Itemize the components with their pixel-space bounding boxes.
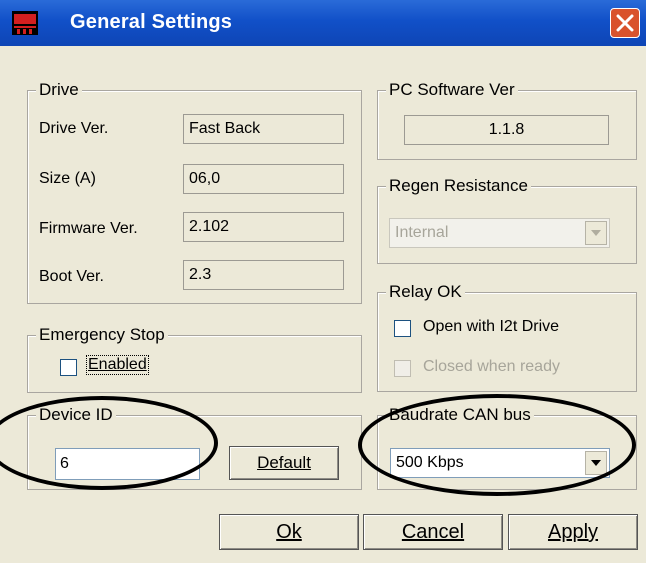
cancel-button[interactable]: Cancel xyxy=(363,514,503,550)
apply-button[interactable]: Apply xyxy=(508,514,638,550)
closed-when-ready-label: Closed when ready xyxy=(423,358,560,375)
regen-resistance-select[interactable]: Internal xyxy=(389,218,610,248)
boot-ver-value: 2.3 xyxy=(183,260,344,290)
regen-dropdown-arrow[interactable] xyxy=(585,221,607,245)
drive-ver-value: Fast Back xyxy=(183,114,344,144)
open-with-i2t-label: Open with I2t Drive xyxy=(423,318,560,335)
title-bar[interactable]: General Settings xyxy=(0,0,646,46)
close-icon xyxy=(616,14,634,32)
firmware-ver-label: Firmware Ver. xyxy=(39,220,138,237)
closed-when-ready-checkbox[interactable] xyxy=(394,360,411,377)
general-settings-dialog: General Settings Drive Drive Ver. Fast B… xyxy=(0,0,646,563)
pc-software-legend: PC Software Ver xyxy=(386,80,518,100)
pc-software-version: 1.1.8 xyxy=(404,115,609,145)
boot-ver-label: Boot Ver. xyxy=(39,268,104,285)
chevron-down-icon xyxy=(591,230,601,236)
regen-selected-value: Internal xyxy=(395,224,449,241)
regen-legend: Regen Resistance xyxy=(386,176,531,196)
default-button[interactable]: Default xyxy=(229,446,339,480)
drive-ver-label: Drive Ver. xyxy=(39,120,109,137)
firmware-ver-value: 2.102 xyxy=(183,212,344,242)
app-logo-icon xyxy=(12,11,38,35)
dialog-title: General Settings xyxy=(70,11,233,33)
ok-button[interactable]: Ok xyxy=(219,514,359,550)
emergency-enabled-checkbox[interactable] xyxy=(60,359,77,376)
drive-legend: Drive xyxy=(36,80,82,100)
emergency-legend: Emergency Stop xyxy=(36,325,168,345)
size-label: Size (A) xyxy=(39,170,96,187)
open-with-i2t-checkbox[interactable] xyxy=(394,320,411,337)
size-value: 06,0 xyxy=(183,164,344,194)
close-button[interactable] xyxy=(610,8,640,38)
relay-legend: Relay OK xyxy=(386,282,465,302)
emergency-stop-group: Emergency Stop xyxy=(27,325,362,393)
annotation-ellipse-baudrate xyxy=(358,394,636,496)
emergency-enabled-label: Enabled xyxy=(86,355,149,375)
